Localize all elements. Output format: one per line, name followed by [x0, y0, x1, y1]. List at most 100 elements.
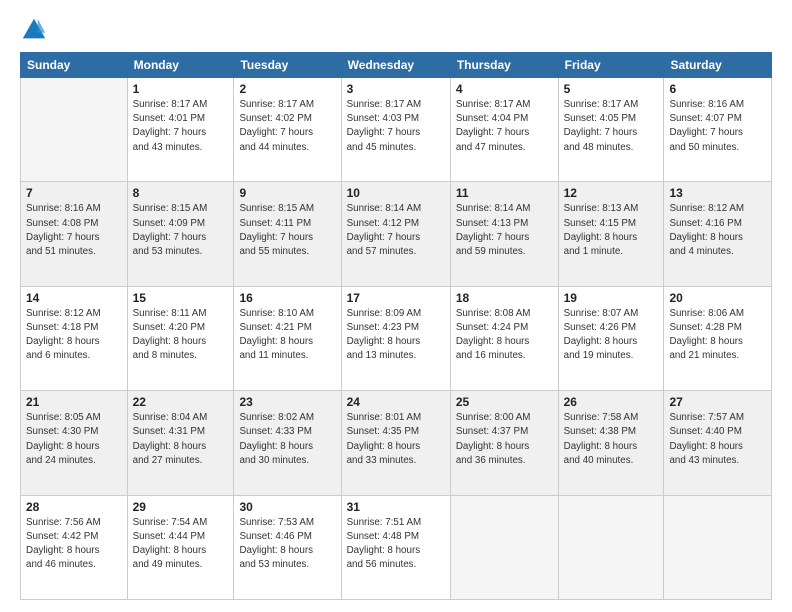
- day-info: Sunrise: 7:54 AMSunset: 4:44 PMDaylight:…: [133, 516, 229, 573]
- weekday-header-tuesday: Tuesday: [234, 53, 341, 78]
- day-info: Sunrise: 7:51 AMSunset: 4:48 PMDaylight:…: [347, 516, 445, 573]
- day-info: Sunrise: 8:05 AMSunset: 4:30 PMDaylight:…: [26, 411, 122, 468]
- day-cell: 3 Sunrise: 8:17 AMSunset: 4:03 PMDaylight…: [341, 78, 450, 182]
- weekday-header-monday: Monday: [127, 53, 234, 78]
- day-cell: 10Sunrise: 8:14 AMSunset: 4:12 PMDayligh…: [341, 182, 450, 286]
- page: SundayMondayTuesdayWednesdayThursdayFrid…: [0, 0, 792, 612]
- day-info: Sunrise: 7:57 AMSunset: 4:40 PMDaylight:…: [669, 411, 766, 468]
- day-info: Sunrise: 8:17 AMSunset: 4:03 PMDaylight:…: [347, 98, 445, 155]
- day-number: 28: [26, 500, 122, 514]
- day-number: 29: [133, 500, 229, 514]
- day-info: Sunrise: 8:13 AMSunset: 4:15 PMDaylight:…: [564, 202, 659, 259]
- day-info: Sunrise: 8:00 AMSunset: 4:37 PMDaylight:…: [456, 411, 553, 468]
- day-info: Sunrise: 8:14 AMSunset: 4:13 PMDaylight:…: [456, 202, 553, 259]
- week-row-1: 1 Sunrise: 8:17 AMSunset: 4:01 PMDaylight…: [21, 78, 772, 182]
- day-number: 7: [26, 186, 122, 200]
- day-cell: 8 Sunrise: 8:15 AMSunset: 4:09 PMDaylight…: [127, 182, 234, 286]
- day-number: 19: [564, 291, 659, 305]
- day-cell: [450, 495, 558, 599]
- logo-icon: [20, 16, 48, 44]
- day-cell: 19 Sunrise: 8:07 AMSunset: 4:26 PMDayligh…: [558, 286, 664, 390]
- weekday-header-wednesday: Wednesday: [341, 53, 450, 78]
- day-number: 8: [133, 186, 229, 200]
- day-number: 15: [133, 291, 229, 305]
- day-cell: [558, 495, 664, 599]
- day-cell: 1 Sunrise: 8:17 AMSunset: 4:01 PMDaylight…: [127, 78, 234, 182]
- day-info: Sunrise: 8:12 AMSunset: 4:18 PMDaylight:…: [26, 307, 122, 364]
- day-info: Sunrise: 8:14 AMSunset: 4:12 PMDaylight:…: [347, 202, 445, 259]
- day-number: 1: [133, 82, 229, 96]
- day-number: 22: [133, 395, 229, 409]
- day-cell: 31 Sunrise: 7:51 AMSunset: 4:48 PMDayligh…: [341, 495, 450, 599]
- day-number: 23: [239, 395, 335, 409]
- day-info: Sunrise: 8:11 AMSunset: 4:20 PMDaylight:…: [133, 307, 229, 364]
- day-info: Sunrise: 8:15 AMSunset: 4:11 PMDaylight:…: [239, 202, 335, 259]
- day-number: 30: [239, 500, 335, 514]
- day-cell: 14 Sunrise: 8:12 AMSunset: 4:18 PMDayligh…: [21, 286, 128, 390]
- day-number: 11: [456, 186, 553, 200]
- day-cell: 16Sunrise: 8:10 AMSunset: 4:21 PMDayligh…: [234, 286, 341, 390]
- day-info: Sunrise: 7:58 AMSunset: 4:38 PMDaylight:…: [564, 411, 659, 468]
- week-row-5: 28 Sunrise: 7:56 AMSunset: 4:42 PMDayligh…: [21, 495, 772, 599]
- day-info: Sunrise: 8:17 AMSunset: 4:04 PMDaylight:…: [456, 98, 553, 155]
- logo: [20, 16, 52, 44]
- day-info: Sunrise: 8:17 AMSunset: 4:05 PMDaylight:…: [564, 98, 659, 155]
- day-cell: 9 Sunrise: 8:15 AMSunset: 4:11 PMDaylight…: [234, 182, 341, 286]
- day-info: Sunrise: 7:56 AMSunset: 4:42 PMDaylight:…: [26, 516, 122, 573]
- day-cell: 22 Sunrise: 8:04 AMSunset: 4:31 PMDayligh…: [127, 391, 234, 495]
- day-cell: 27 Sunrise: 7:57 AMSunset: 4:40 PMDayligh…: [664, 391, 772, 495]
- day-info: Sunrise: 8:07 AMSunset: 4:26 PMDaylight:…: [564, 307, 659, 364]
- day-info: Sunrise: 8:15 AMSunset: 4:09 PMDaylight:…: [133, 202, 229, 259]
- day-number: 21: [26, 395, 122, 409]
- day-cell: 26 Sunrise: 7:58 AMSunset: 4:38 PMDayligh…: [558, 391, 664, 495]
- day-info: Sunrise: 8:17 AMSunset: 4:02 PMDaylight:…: [239, 98, 335, 155]
- weekday-header-friday: Friday: [558, 53, 664, 78]
- day-number: 3: [347, 82, 445, 96]
- day-number: 13: [669, 186, 766, 200]
- weekday-header-saturday: Saturday: [664, 53, 772, 78]
- day-info: Sunrise: 8:04 AMSunset: 4:31 PMDaylight:…: [133, 411, 229, 468]
- day-cell: 21 Sunrise: 8:05 AMSunset: 4:30 PMDayligh…: [21, 391, 128, 495]
- day-info: Sunrise: 8:17 AMSunset: 4:01 PMDaylight:…: [133, 98, 229, 155]
- week-row-4: 21 Sunrise: 8:05 AMSunset: 4:30 PMDayligh…: [21, 391, 772, 495]
- calendar-table: SundayMondayTuesdayWednesdayThursdayFrid…: [20, 52, 772, 600]
- weekday-header-row: SundayMondayTuesdayWednesdayThursdayFrid…: [21, 53, 772, 78]
- day-info: Sunrise: 8:16 AMSunset: 4:08 PMDaylight:…: [26, 202, 122, 259]
- day-number: 14: [26, 291, 122, 305]
- day-info: Sunrise: 8:06 AMSunset: 4:28 PMDaylight:…: [669, 307, 766, 364]
- day-number: 17: [347, 291, 445, 305]
- day-info: Sunrise: 8:01 AMSunset: 4:35 PMDaylight:…: [347, 411, 445, 468]
- day-number: 31: [347, 500, 445, 514]
- header: [20, 16, 772, 44]
- day-cell: 24Sunrise: 8:01 AMSunset: 4:35 PMDayligh…: [341, 391, 450, 495]
- day-cell: [21, 78, 128, 182]
- day-number: 27: [669, 395, 766, 409]
- day-number: 5: [564, 82, 659, 96]
- day-cell: 6 Sunrise: 8:16 AMSunset: 4:07 PMDaylight…: [664, 78, 772, 182]
- day-cell: 7 Sunrise: 8:16 AMSunset: 4:08 PMDaylight…: [21, 182, 128, 286]
- day-cell: 25 Sunrise: 8:00 AMSunset: 4:37 PMDayligh…: [450, 391, 558, 495]
- day-number: 18: [456, 291, 553, 305]
- day-info: Sunrise: 8:09 AMSunset: 4:23 PMDaylight:…: [347, 307, 445, 364]
- day-cell: 30Sunrise: 7:53 AMSunset: 4:46 PMDayligh…: [234, 495, 341, 599]
- day-number: 9: [239, 186, 335, 200]
- day-number: 6: [669, 82, 766, 96]
- day-cell: 17 Sunrise: 8:09 AMSunset: 4:23 PMDayligh…: [341, 286, 450, 390]
- day-cell: 11 Sunrise: 8:14 AMSunset: 4:13 PMDayligh…: [450, 182, 558, 286]
- day-cell: 29 Sunrise: 7:54 AMSunset: 4:44 PMDayligh…: [127, 495, 234, 599]
- day-number: 25: [456, 395, 553, 409]
- week-row-2: 7 Sunrise: 8:16 AMSunset: 4:08 PMDaylight…: [21, 182, 772, 286]
- day-info: Sunrise: 8:16 AMSunset: 4:07 PMDaylight:…: [669, 98, 766, 155]
- weekday-header-thursday: Thursday: [450, 53, 558, 78]
- day-number: 26: [564, 395, 659, 409]
- day-info: Sunrise: 8:02 AMSunset: 4:33 PMDaylight:…: [239, 411, 335, 468]
- day-number: 12: [564, 186, 659, 200]
- day-number: 2: [239, 82, 335, 96]
- day-cell: [664, 495, 772, 599]
- day-cell: 2 Sunrise: 8:17 AMSunset: 4:02 PMDaylight…: [234, 78, 341, 182]
- day-cell: 4Sunrise: 8:17 AMSunset: 4:04 PMDaylight…: [450, 78, 558, 182]
- day-cell: 5 Sunrise: 8:17 AMSunset: 4:05 PMDaylight…: [558, 78, 664, 182]
- day-cell: 13 Sunrise: 8:12 AMSunset: 4:16 PMDayligh…: [664, 182, 772, 286]
- weekday-header-sunday: Sunday: [21, 53, 128, 78]
- day-info: Sunrise: 8:12 AMSunset: 4:16 PMDaylight:…: [669, 202, 766, 259]
